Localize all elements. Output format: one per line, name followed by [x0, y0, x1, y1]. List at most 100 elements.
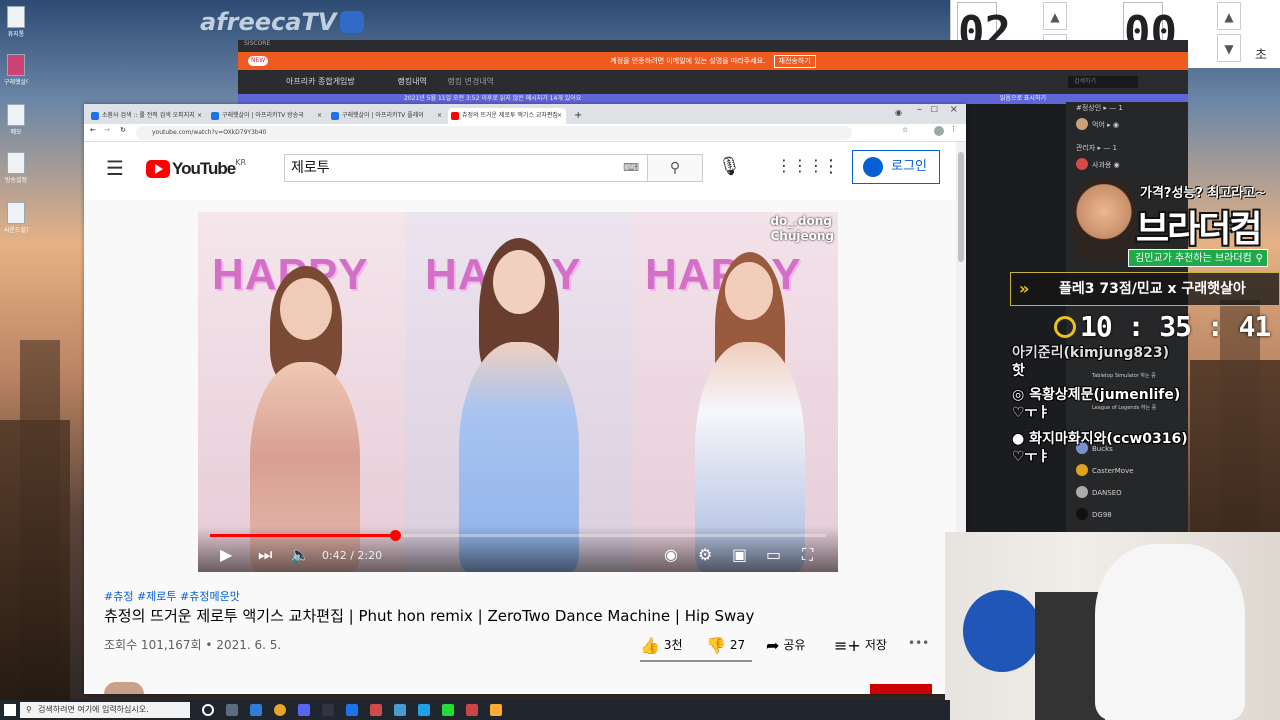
bookmark-star-icon[interactable]: ☆: [902, 126, 908, 134]
time-display: 0:42 / 2:20: [322, 549, 383, 562]
search-input[interactable]: 제로투 ⌨: [284, 154, 648, 182]
login-button[interactable]: 로그인: [852, 150, 940, 184]
desktop-icon-profile[interactable]: 구래햇살아: [4, 54, 28, 86]
maximize-icon[interactable]: ☐: [931, 105, 938, 114]
account-circle-icon: [863, 157, 883, 177]
like-button[interactable]: 👍 3천: [640, 636, 683, 655]
edge-icon[interactable]: [250, 704, 262, 716]
overlay-chat-user: 아키준리(kimjung823): [1012, 345, 1169, 361]
settings-gear-icon[interactable]: ⚙: [698, 546, 712, 564]
like-ratio-bar: [640, 660, 752, 662]
settings-kebab-icon[interactable]: ⋮: [822, 156, 840, 177]
app-icon[interactable]: [394, 704, 406, 716]
tab-opgg[interactable]: 소환사 검색 :: 롤 전적 검색 오피지지 ×: [88, 108, 206, 124]
microphone-icon[interactable]: 🎙: [718, 156, 741, 177]
afreeca-search-input[interactable]: 검색하기: [1068, 76, 1138, 88]
progress-knob[interactable]: [389, 530, 401, 541]
list-item[interactable]: DANSEO: [1076, 486, 1186, 499]
close-icon[interactable]: ×: [317, 108, 322, 124]
youtube-favicon: [451, 112, 459, 120]
resend-button[interactable]: 재전송하기: [773, 55, 816, 68]
new-tab-button[interactable]: +: [570, 108, 584, 124]
scrollbar-thumb[interactable]: [958, 152, 964, 262]
theater-mode-icon[interactable]: ▭: [766, 546, 781, 564]
second-up-button[interactable]: ▲: [1217, 2, 1241, 30]
sponsor-subtitle: 김민교가 추천하는 브라더컴 ⚲: [1128, 249, 1268, 267]
channel-avatar[interactable]: [104, 682, 144, 694]
dislike-button[interactable]: 👎 27: [706, 636, 745, 655]
play-icon[interactable]: ▶: [220, 546, 232, 564]
subscribe-button[interactable]: [870, 684, 932, 694]
keyboard-icon[interactable]: ⌨: [623, 155, 639, 181]
list-item[interactable]: DG98: [1076, 508, 1186, 521]
tab-afreeca-play[interactable]: 구래햇살아 | 아프리카TV 플레이 ×: [328, 108, 446, 124]
mark-read-link[interactable]: 읽음으로 표시하기: [1000, 94, 1046, 104]
app-icon[interactable]: [490, 704, 502, 716]
profile-icon[interactable]: [934, 126, 944, 136]
reload-icon[interactable]: ↻: [120, 126, 126, 134]
desktop-icon-sound[interactable]: 사운드설정: [4, 202, 28, 234]
back-icon[interactable]: ←: [90, 126, 96, 134]
app-icon[interactable]: [418, 704, 430, 716]
chrome-icon[interactable]: [274, 704, 286, 716]
forward-icon[interactable]: →: [104, 126, 110, 134]
video-player[interactable]: HAPPY HAPPY HAPPY do_.dong Chujeong: [198, 212, 838, 572]
search-icon: ⚲: [1255, 253, 1263, 264]
close-window-icon[interactable]: ×: [950, 104, 958, 115]
overlay-chat-message: ♡ㅜㅑ: [1012, 405, 1051, 421]
desktop-icon-memo[interactable]: 메모: [4, 104, 28, 136]
discord-icon[interactable]: [298, 704, 310, 716]
tab-favicon: [211, 112, 219, 120]
app-icon[interactable]: [346, 704, 358, 716]
youtube-logo[interactable]: YouTubeKR: [146, 158, 246, 178]
taskbar-search-input[interactable]: ⚲ 검색하려면 여기에 입력하십시오.: [20, 702, 190, 718]
progress-bar[interactable]: [210, 530, 826, 541]
app-icon[interactable]: [466, 704, 478, 716]
tab-search-icon[interactable]: ◉: [895, 108, 902, 117]
close-icon[interactable]: ×: [197, 108, 202, 124]
new-badge: NEW: [248, 56, 269, 66]
obs-icon[interactable]: [322, 704, 334, 716]
autoplay-toggle[interactable]: ◉: [664, 546, 678, 564]
youtube-handle: Chujeong: [770, 229, 834, 243]
share-button[interactable]: ➦ 공유: [766, 636, 806, 655]
cortana-icon[interactable]: [202, 704, 214, 716]
app-icon[interactable]: [370, 704, 382, 716]
desktop-icon-settings[interactable]: 방송설정: [4, 152, 28, 184]
more-actions-button[interactable]: •••: [908, 636, 929, 650]
tab-afreeca-station[interactable]: 구래햇살아 | 아프리카TV 방송국 ×: [208, 108, 326, 124]
save-button[interactable]: ≡+ 저장: [834, 636, 887, 655]
chat-badge-icon: ◎: [1012, 387, 1030, 403]
fullscreen-icon[interactable]: ⛶: [802, 546, 813, 564]
search-button[interactable]: ⚲: [647, 154, 703, 182]
task-view-icon[interactable]: [226, 704, 238, 716]
list-item[interactable]: CasterMove: [1076, 464, 1186, 477]
app-icon[interactable]: [442, 704, 454, 716]
close-icon[interactable]: ×: [437, 108, 442, 124]
close-icon[interactable]: ×: [557, 108, 562, 124]
apps-grid-icon[interactable]: ⋮⋮⋮: [776, 156, 824, 175]
next-icon[interactable]: ⏭: [258, 546, 272, 564]
sponsor-question: 가격?성능? 최고라고~: [1140, 186, 1267, 201]
ranking-tab[interactable]: 랭킹내역: [397, 77, 426, 86]
second-down-button[interactable]: ▼: [1217, 34, 1241, 62]
desktop-icon-recycle[interactable]: 휴지통: [4, 6, 28, 38]
hamburger-menu-icon[interactable]: ☰: [106, 156, 124, 180]
minimize-icon[interactable]: –: [917, 104, 922, 115]
tab-youtube-active[interactable]: 츄정의 뜨거운 제로투 액기스 교차편집 ×: [448, 108, 566, 124]
miniplayer-icon[interactable]: ▣: [732, 546, 747, 564]
sponsor-overlay: 가격?성능? 최고라고~ 브라더컴 김민교가 추천하는 브라더컴 ⚲: [1060, 176, 1270, 268]
list-item[interactable]: 사과용 ◉: [1076, 158, 1186, 171]
clock-icon: [1054, 316, 1076, 338]
youtube-header: ☰ YouTubeKR 제로투 ⌨ ⚲ 🎙 ⋮⋮⋮ ⋮ 로그인: [84, 142, 956, 200]
channel-nav-label[interactable]: 아프리카 종합게임방: [286, 77, 355, 86]
list-item[interactable]: 먹어 ▸ ◉: [1076, 118, 1186, 131]
url-input[interactable]: youtube.com/watch?v=OXkD79Y3b40: [136, 126, 852, 140]
ranking-sub-tab[interactable]: 랭킹 변경내역: [447, 77, 494, 86]
overlay-chat-message: 핫: [1012, 363, 1025, 379]
menu-kebab-icon[interactable]: ⋮: [950, 125, 957, 133]
volume-icon[interactable]: 🔈: [290, 546, 310, 564]
video-hashtags[interactable]: #츄정 #제로투 #츄정메운맛: [104, 588, 240, 604]
minute-up-button[interactable]: ▲: [1043, 2, 1067, 30]
windows-start-icon[interactable]: [4, 704, 16, 716]
